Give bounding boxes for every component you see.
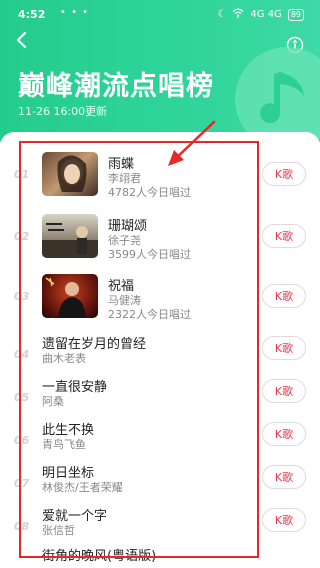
music-note-icon bbox=[235, 47, 320, 142]
rank-number: 05 bbox=[14, 391, 30, 404]
rank-number: 02 bbox=[14, 230, 30, 243]
rank-number: 06 bbox=[14, 434, 30, 447]
status-time: 4:52 bbox=[18, 8, 46, 21]
karaoke-button[interactable]: K歌 bbox=[262, 336, 306, 360]
artist-name: 曲木老表 bbox=[42, 352, 86, 365]
notification-dots: • • • bbox=[60, 7, 90, 18]
karaoke-button[interactable]: K歌 bbox=[262, 379, 306, 403]
karaoke-button[interactable]: K歌 bbox=[262, 465, 306, 489]
artist-name: 林俊杰/王者荣耀 bbox=[42, 481, 123, 494]
artist-name: 青鸟飞鱼 bbox=[42, 438, 86, 451]
header: 4:52 • • • ☾ 4G 4G 89 巅峰潮流点唱榜 11-26 16:0… bbox=[0, 0, 320, 142]
rank-number: 01 bbox=[14, 168, 30, 181]
status-bar: 4:52 • • • ☾ 4G 4G 89 bbox=[0, 0, 320, 28]
rank-number: 03 bbox=[14, 290, 30, 303]
rank-number: 04 bbox=[14, 348, 30, 361]
rank-number: 07 bbox=[14, 477, 30, 490]
page-title: 巅峰潮流点唱榜 bbox=[18, 71, 214, 102]
battery-icon: 89 bbox=[287, 8, 304, 21]
artist-name: 张信哲 bbox=[42, 524, 75, 537]
next-song-title[interactable]: 街角的晚风(粤语版) bbox=[42, 545, 156, 564]
cover-art bbox=[42, 214, 98, 258]
rank-number: 08 bbox=[14, 520, 30, 533]
karaoke-button[interactable]: K歌 bbox=[262, 162, 306, 186]
update-time: 11-26 16:00更新 bbox=[18, 105, 108, 118]
list-item[interactable]: 03 祝福 马健涛 2322人今日唱过 K歌 bbox=[0, 272, 320, 322]
karaoke-button[interactable]: K歌 bbox=[262, 508, 306, 532]
cover-art bbox=[42, 152, 98, 196]
karaoke-button[interactable]: K歌 bbox=[262, 422, 306, 446]
list-item[interactable]: 01 雨蝶 李翊君 4782人今日唱过 K歌 bbox=[0, 150, 320, 200]
play-count: 4782人今日唱过 bbox=[108, 186, 191, 199]
cover-art bbox=[42, 274, 98, 318]
back-arrow-icon[interactable] bbox=[12, 30, 32, 50]
karaoke-button[interactable]: K歌 bbox=[262, 224, 306, 248]
moon-icon: ☾ bbox=[217, 9, 227, 20]
signal-icon: 4G 4G bbox=[250, 9, 282, 20]
play-count: 3599人今日唱过 bbox=[108, 248, 191, 261]
artist-name: 阿桑 bbox=[42, 395, 64, 408]
play-count: 2322人今日唱过 bbox=[108, 308, 191, 321]
system-icons: ☾ 4G 4G 89 bbox=[217, 8, 304, 21]
karaoke-button[interactable]: K歌 bbox=[262, 284, 306, 308]
list-item[interactable]: 02 珊瑚颂 徐子尧 3599人今日唱过 K歌 bbox=[0, 212, 320, 262]
wifi-icon bbox=[232, 8, 244, 21]
